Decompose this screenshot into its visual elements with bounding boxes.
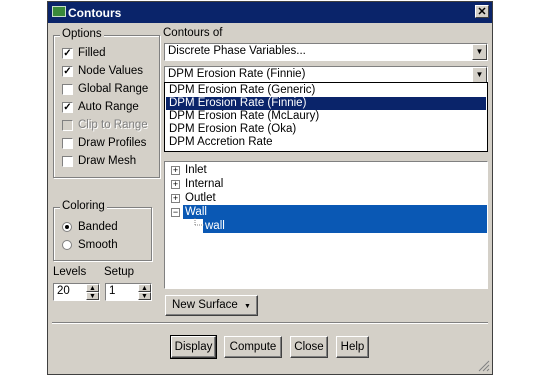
levels-label: Levels: [53, 266, 87, 278]
checkbox-box[interactable]: [62, 156, 73, 167]
checkbox-box[interactable]: [62, 138, 73, 149]
tree-node-internal[interactable]: + Internal: [165, 178, 465, 191]
spin-down-icon[interactable]: ▼: [138, 292, 151, 300]
help-button[interactable]: Help: [336, 336, 369, 358]
draw-profiles-label: Draw Profiles: [78, 137, 147, 149]
contours-dialog: Contours ✕ Options ✓ Filled ✓ Node Value…: [47, 1, 493, 375]
radio-button[interactable]: [62, 222, 72, 232]
spin-down-icon[interactable]: ▼: [86, 292, 99, 300]
setup-spinner[interactable]: 1 ▲ ▼: [105, 283, 152, 301]
separator: [52, 322, 488, 324]
collapse-icon[interactable]: −: [171, 208, 180, 217]
expand-icon[interactable]: +: [171, 180, 180, 189]
list-item[interactable]: DPM Erosion Rate (McLaury): [166, 110, 486, 123]
list-item[interactable]: DPM Erosion Rate (Oka): [166, 123, 486, 136]
variable-value: DPM Erosion Rate (Finnie): [168, 68, 306, 80]
compute-label: Compute: [229, 341, 277, 353]
app-icon: [52, 6, 66, 17]
draw-mesh-label: Draw Mesh: [78, 155, 137, 167]
checkbox-box[interactable]: ✓: [62, 102, 73, 113]
contours-of-label: Contours of: [163, 27, 223, 39]
smooth-label: Smooth: [78, 239, 118, 251]
category-value: Discrete Phase Variables...: [168, 45, 306, 57]
filled-label: Filled: [78, 47, 106, 59]
tree-node-inlet[interactable]: + Inlet: [165, 164, 465, 177]
setup-value: 1: [109, 285, 116, 297]
tree-node-label: wall: [205, 220, 225, 232]
chevron-down-icon[interactable]: ▼: [472, 67, 487, 83]
chevron-down-icon[interactable]: ▼: [472, 44, 487, 60]
new-surface-button[interactable]: New Surface ▼: [165, 295, 258, 316]
node-values-label: Node Values: [78, 65, 143, 77]
surfaces-tree[interactable]: + Inlet + Internal + Outlet − Wall wall: [164, 161, 488, 289]
radio-dot: [65, 225, 69, 229]
window-title: Contours: [68, 6, 122, 20]
expand-icon[interactable]: +: [171, 194, 180, 203]
help-label: Help: [340, 341, 365, 353]
new-surface-label: New Surface: [172, 299, 238, 311]
clip-to-range-label: Clip to Range: [78, 119, 148, 131]
list-item[interactable]: DPM Erosion Rate (Generic): [166, 84, 486, 97]
tree-node-wall-child[interactable]: wall: [185, 220, 465, 233]
display-button[interactable]: Display: [170, 335, 217, 359]
tree-node-label: Internal: [185, 178, 224, 190]
spin-up-icon[interactable]: ▲: [138, 284, 151, 292]
category-dropdown[interactable]: Discrete Phase Variables... ▼: [164, 43, 488, 61]
coloring-group: Coloring Banded Smooth: [53, 200, 152, 261]
checkbox-box[interactable]: [62, 120, 73, 131]
coloring-legend: Coloring: [60, 200, 107, 212]
title-bar[interactable]: Contours ✕: [48, 2, 492, 23]
spinner-arrows[interactable]: ▲ ▼: [138, 284, 151, 300]
checkbox-box[interactable]: ✓: [62, 66, 73, 77]
close-window-button[interactable]: ✕: [475, 5, 489, 18]
close-button[interactable]: Close: [290, 336, 328, 358]
list-item[interactable]: DPM Erosion Rate (Finnie): [166, 97, 486, 110]
resize-grip-icon[interactable]: [478, 360, 490, 372]
spin-up-icon[interactable]: ▲: [86, 284, 99, 292]
levels-value: 20: [57, 285, 70, 297]
tree-node-label: Outlet: [185, 192, 216, 204]
close-label: Close: [294, 341, 324, 353]
global-range-label: Global Range: [78, 83, 149, 95]
banded-label: Banded: [78, 221, 118, 233]
spinner-arrows[interactable]: ▲ ▼: [86, 284, 99, 300]
tree-node-wall[interactable]: − Wall: [165, 206, 465, 219]
radio-button[interactable]: [62, 240, 72, 250]
options-group: Options ✓ Filled ✓ Node Values Global Ra…: [53, 28, 160, 178]
options-legend: Options: [60, 28, 104, 40]
auto-range-label: Auto Range: [78, 101, 139, 113]
chevron-down-icon: ▼: [244, 303, 251, 310]
variable-dropdown-list[interactable]: DPM Erosion Rate (Generic) DPM Erosion R…: [164, 82, 488, 152]
tree-node-outlet[interactable]: + Outlet: [165, 192, 465, 205]
compute-button[interactable]: Compute: [224, 336, 282, 358]
setup-label: Setup: [104, 266, 135, 278]
list-item[interactable]: DPM Accretion Rate: [166, 136, 486, 149]
tree-node-label: Inlet: [185, 164, 207, 176]
checkbox-box[interactable]: ✓: [62, 48, 73, 59]
levels-spinner[interactable]: 20 ▲ ▼: [53, 283, 100, 301]
display-label: Display: [174, 341, 213, 353]
expand-icon[interactable]: +: [171, 166, 180, 175]
checkbox-box[interactable]: [62, 84, 73, 95]
